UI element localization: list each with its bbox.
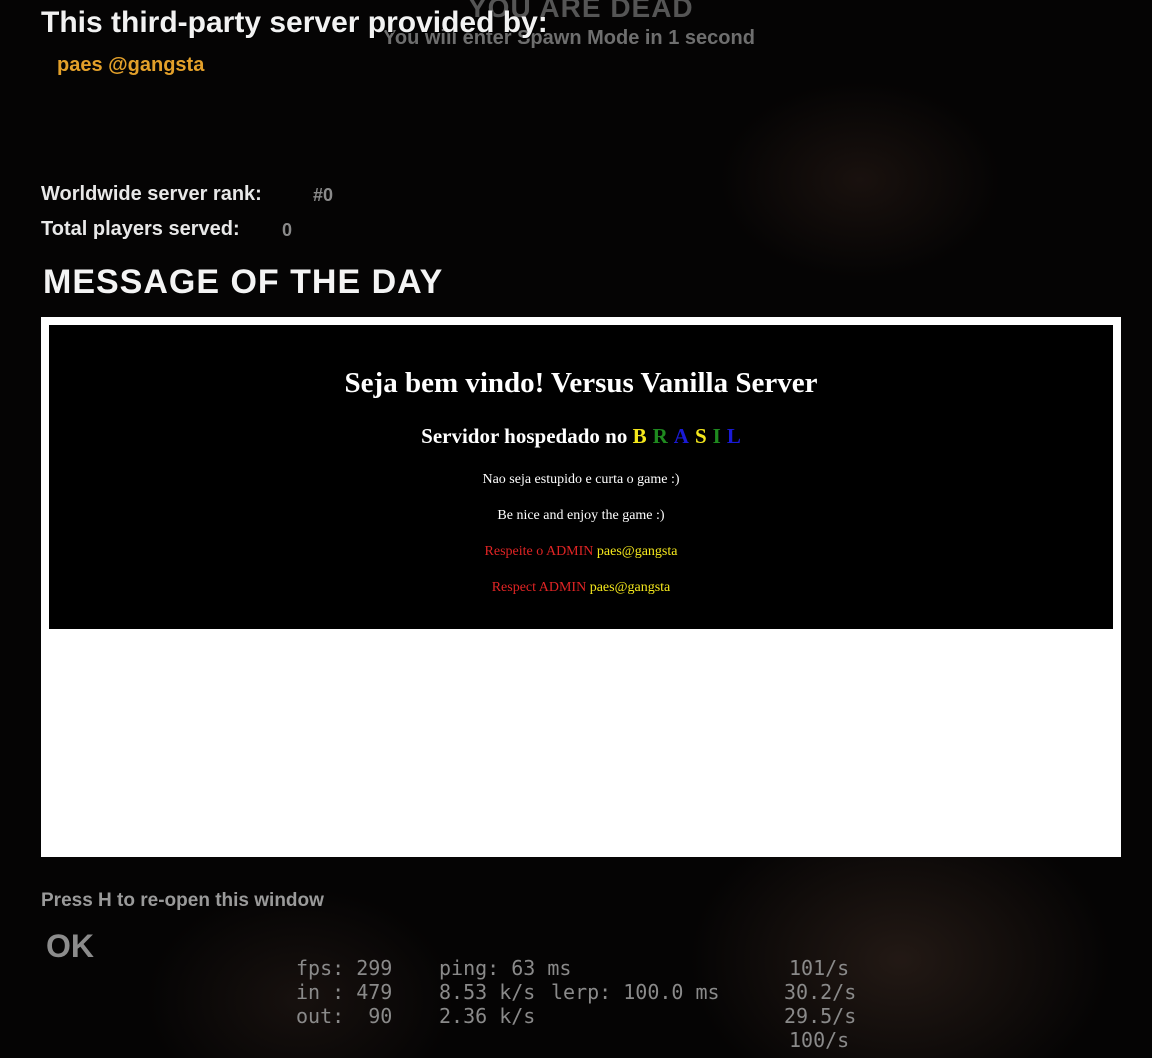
motd-content: Seja bem vindo! Versus Vanilla Server Se… (49, 325, 1113, 629)
motd-line-en: Be nice and enjoy the game :) (497, 508, 665, 523)
netgraph-rate-3: 29.5/s (784, 1004, 857, 1028)
players-served-label: Total players served: (41, 218, 240, 240)
respect-pt-text: Respeite o ADMIN (484, 544, 594, 559)
netgraph-rate-1: 101/s (789, 956, 850, 980)
netgraph-in: in : 479 (296, 980, 393, 1004)
provider-name: paes @gangsta (57, 54, 205, 76)
netgraph-lerp: lerp: 100.0 ms (551, 980, 720, 1004)
motd-respect-en: Respect ADMIN paes@gangsta (49, 580, 1113, 596)
rank-label: Worldwide server rank: (41, 183, 262, 205)
country-letter: S (694, 424, 707, 448)
rank-value: #0 (313, 185, 334, 205)
netgraph-out-kbs: 2.36 k/s (439, 1004, 536, 1028)
ok-button[interactable]: OK (46, 928, 94, 965)
country-name: BRASIL (633, 424, 741, 448)
admin-name: paes@gangsta (589, 580, 671, 595)
country-letter: A (673, 424, 689, 448)
admin-name: paes@gangsta (596, 544, 678, 559)
motd-heading: MESSAGE OF THE DAY (43, 263, 444, 301)
motd-respect-pt: Respeite o ADMIN paes@gangsta (49, 544, 1113, 560)
motd-title: Seja bem vindo! Versus Vanilla Server (344, 367, 818, 399)
respect-en-text: Respect ADMIN (491, 580, 587, 595)
players-served-value: 0 (282, 220, 293, 240)
motd-hosted-line: Servidor hospedado no BRASIL (49, 424, 1113, 449)
netgraph-ping: ping: 63 ms (439, 956, 572, 980)
reopen-hint: Press H to re-open this window (41, 890, 324, 911)
hosted-prefix: Servidor hospedado no (421, 424, 628, 448)
motd-line-pt: Nao seja estupido e curta o game :) (482, 472, 680, 487)
netgraph-rate-4: 100/s (789, 1028, 850, 1052)
provided-by-label: This third-party server provided by: (41, 6, 548, 39)
country-letter: R (652, 424, 668, 448)
country-letter: B (632, 424, 647, 448)
motd-panel[interactable]: Seja bem vindo! Versus Vanilla Server Se… (41, 317, 1121, 857)
country-letter: I (712, 424, 721, 448)
netgraph-rate-2: 30.2/s (784, 980, 857, 1004)
country-letter: L (726, 424, 741, 448)
netgraph-in-kbs: 8.53 k/s (439, 980, 536, 1004)
netgraph-out: out: 90 (296, 1004, 393, 1028)
netgraph-fps: fps: 299 (296, 956, 393, 980)
